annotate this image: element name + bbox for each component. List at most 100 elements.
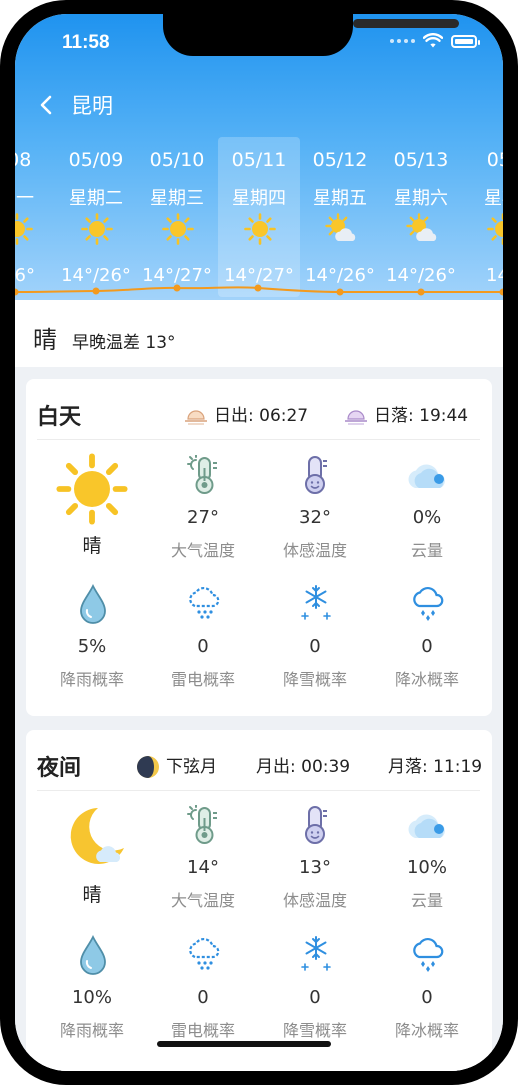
sunset-info: 日落: 19:44 bbox=[344, 401, 468, 426]
home-indicator[interactable] bbox=[157, 1041, 331, 1047]
metric-value: 10% bbox=[71, 987, 112, 1008]
sun-icon bbox=[162, 213, 194, 245]
metric-label: 降冰概率 bbox=[394, 670, 459, 689]
forecast-day-selected[interactable]: 05/11 星期四 14°/27° bbox=[218, 137, 300, 297]
wifi-icon bbox=[423, 33, 443, 48]
condition-summary: 晴 早晚温差 13° bbox=[15, 300, 503, 367]
battery-icon bbox=[451, 34, 480, 48]
sunset-time: 日落: 19:44 bbox=[374, 406, 469, 426]
partly-cloudy-icon bbox=[406, 213, 438, 245]
metric-label: 雷电概率 bbox=[170, 670, 235, 689]
metric-value: 13° bbox=[299, 857, 331, 878]
partly-cloudy-icon bbox=[325, 213, 357, 245]
metric-label: 降冰概率 bbox=[394, 1021, 459, 1040]
divider bbox=[37, 790, 480, 791]
phone-frame: 11:58 昆明 /08 期一 bbox=[0, 0, 518, 1085]
moon-phase-icon bbox=[137, 756, 159, 778]
daytime-card: 白天 日出: 06:27 日落: 19:44 晴 27° 大气温度 32° 体感… bbox=[26, 379, 492, 716]
sun-icon bbox=[56, 453, 128, 525]
raindrop-icon bbox=[76, 935, 110, 975]
metric-value: 0% bbox=[412, 507, 442, 528]
header: 11:58 昆明 /08 期一 bbox=[15, 14, 503, 314]
moon-cloud-icon bbox=[70, 808, 124, 864]
metric-value: 0 bbox=[197, 987, 209, 1008]
forecast-day[interactable]: 05/10 星期三 14°/27° bbox=[136, 137, 218, 297]
sunset-icon bbox=[345, 410, 367, 425]
metric-value: 0 bbox=[309, 636, 321, 657]
metric-value: 27° bbox=[187, 507, 219, 528]
thermometer-icon bbox=[187, 455, 221, 495]
cloud-icon bbox=[405, 455, 449, 495]
metric-value: 0 bbox=[309, 987, 321, 1008]
day-date: /08 bbox=[15, 149, 32, 171]
metric-value: 5% bbox=[77, 636, 107, 657]
metric-value: 0 bbox=[421, 636, 433, 657]
forecast-day[interactable]: 05/12 星期五 14°/26° bbox=[299, 137, 381, 297]
forecast-day[interactable]: 05/13 星期六 14°/26° bbox=[380, 137, 462, 297]
sunrise-icon bbox=[185, 410, 207, 425]
nighttime-condition: 晴 bbox=[82, 884, 102, 906]
nighttime-title: 夜间 bbox=[37, 756, 82, 781]
speaker-grille bbox=[353, 19, 459, 28]
metric-label: 降雨概率 bbox=[59, 670, 124, 689]
metric-label: 雷电概率 bbox=[170, 1021, 235, 1040]
day-weekday: 期一 bbox=[15, 188, 34, 209]
day-date: 05/ bbox=[486, 149, 503, 171]
thunder-cloud-icon bbox=[187, 935, 221, 975]
thunder-cloud-icon bbox=[187, 584, 221, 624]
forecast-day[interactable]: 05/09 星期二 14°/26° bbox=[55, 137, 137, 297]
sun-icon bbox=[487, 213, 503, 245]
snowflake-icon bbox=[299, 584, 333, 624]
summary-temp-diff: 早晚温差 13° bbox=[72, 333, 176, 353]
snowflake-icon bbox=[299, 935, 333, 975]
metric-label: 体感温度 bbox=[282, 541, 347, 560]
metric-value: 0 bbox=[421, 987, 433, 1008]
day-weekday: 星期四 bbox=[232, 188, 286, 209]
metric-label: 降雨概率 bbox=[59, 1021, 124, 1040]
day-date: 05/13 bbox=[393, 149, 449, 171]
day-weekday: 星期三 bbox=[150, 188, 204, 209]
sunrise-time: 日出: 06:27 bbox=[214, 406, 309, 426]
forecast-day[interactable]: /08 期一 /26° bbox=[15, 137, 57, 297]
moon-phase-info: 下弦月 bbox=[136, 752, 217, 779]
metric-value: 10% bbox=[406, 857, 447, 878]
metric-label: 降雪概率 bbox=[282, 670, 347, 689]
screen: 11:58 昆明 /08 期一 bbox=[15, 14, 503, 1071]
status-icons bbox=[390, 33, 480, 49]
daytime-title: 白天 bbox=[37, 405, 82, 430]
ice-cloud-icon bbox=[411, 935, 445, 975]
status-time: 11:58 bbox=[62, 32, 110, 53]
day-weekday: 星期 bbox=[484, 188, 503, 209]
city-title: 昆明 bbox=[71, 94, 113, 118]
metric-label: 体感温度 bbox=[282, 891, 347, 910]
summary-condition: 晴 bbox=[33, 326, 57, 354]
feels-like-icon bbox=[299, 805, 333, 845]
back-arrow-icon[interactable] bbox=[37, 94, 57, 116]
detail-content[interactable]: 晴 早晚温差 13° 白天 日出: 06:27 日落: 19:44 晴 27° … bbox=[15, 300, 503, 1071]
metric-label: 降雪概率 bbox=[282, 1021, 347, 1040]
cloud-icon bbox=[405, 805, 449, 845]
metric-label: 大气温度 bbox=[170, 541, 235, 560]
sun-icon bbox=[15, 213, 33, 245]
sun-icon bbox=[244, 213, 276, 245]
day-weekday: 星期五 bbox=[313, 188, 367, 209]
moonrise-time: 月出: 00:39 bbox=[256, 757, 351, 777]
cellular-signal-icon bbox=[390, 39, 415, 43]
ice-cloud-icon bbox=[411, 584, 445, 624]
sun-icon bbox=[81, 213, 113, 245]
moon-phase: 下弦月 bbox=[166, 757, 217, 777]
nighttime-card: 夜间 下弦月 月出: 00:39 月落: 11:19 晴 14° 大气温度 13… bbox=[26, 730, 492, 1071]
divider bbox=[37, 439, 480, 440]
day-date: 05/09 bbox=[68, 149, 124, 171]
moonset-time: 月落: 11:19 bbox=[388, 757, 483, 777]
feels-like-icon bbox=[299, 455, 333, 495]
day-date: 05/10 bbox=[149, 149, 205, 171]
metric-value: 14° bbox=[187, 857, 219, 878]
daytime-condition: 晴 bbox=[82, 535, 102, 557]
thermometer-icon bbox=[187, 805, 221, 845]
day-weekday: 星期六 bbox=[394, 188, 448, 209]
notch bbox=[163, 14, 459, 56]
sunrise-info: 日出: 06:27 bbox=[184, 401, 308, 426]
forecast-day[interactable]: 05/ 星期 14° bbox=[461, 137, 503, 297]
metric-label: 大气温度 bbox=[170, 891, 235, 910]
